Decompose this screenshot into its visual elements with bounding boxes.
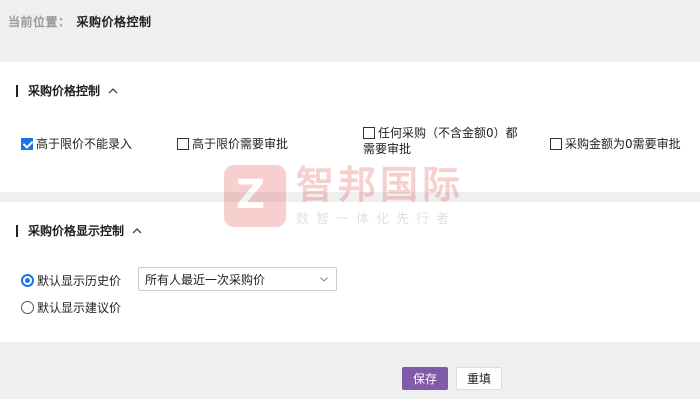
option-any-purchase-approval[interactable]: 任何采购（不含金额0）都 需要审批 xyxy=(363,125,518,157)
checkbox-any-purchase-approval[interactable] xyxy=(363,127,375,139)
checkbox-above-limit-block[interactable] xyxy=(21,138,33,150)
save-button[interactable]: 保存 xyxy=(402,367,448,390)
radio-label: 默认显示建议价 xyxy=(37,301,122,315)
radio-history-price[interactable] xyxy=(21,274,34,287)
section-header-price-display[interactable]: 采购价格显示控制 xyxy=(16,222,142,239)
radio-label: 默认显示历史价 xyxy=(37,274,122,288)
radio-row-suggested-price[interactable]: 默认显示建议价 xyxy=(21,299,121,316)
history-price-select[interactable]: 所有人最近一次采购价 xyxy=(138,267,337,291)
option-above-limit-approval[interactable]: 高于限价需要审批 xyxy=(177,136,288,152)
section-title: 采购价格显示控制 xyxy=(28,224,125,238)
chevron-down-icon xyxy=(320,277,328,282)
checkbox-above-limit-approval[interactable] xyxy=(177,138,189,150)
option-label-line1: 任何采购（不含金额0）都 xyxy=(378,126,518,140)
option-label: 高于限价需要审批 xyxy=(192,137,289,151)
section-header-price-control[interactable]: 采购价格控制 xyxy=(16,82,118,99)
breadcrumb-label: 当前位置： xyxy=(8,15,71,29)
purchase-price-control-panel: 采购价格控制 高于限价不能录入 高于限价需要审批 任何采购（不含金额0）都 需要… xyxy=(0,62,700,192)
option-label-line2: 需要审批 xyxy=(363,142,412,156)
chevron-up-icon[interactable] xyxy=(132,226,142,236)
section-marker xyxy=(16,224,18,237)
chevron-up-icon[interactable] xyxy=(108,86,118,96)
option-label: 高于限价不能录入 xyxy=(36,137,133,151)
section-title: 采购价格控制 xyxy=(28,84,101,98)
option-above-limit-block[interactable]: 高于限价不能录入 xyxy=(21,136,132,152)
reset-button[interactable]: 重填 xyxy=(456,367,502,390)
breadcrumb: 当前位置： 采购价格控制 xyxy=(8,13,152,30)
breadcrumb-current: 采购价格控制 xyxy=(76,15,152,29)
radio-row-history-price[interactable]: 默认显示历史价 xyxy=(21,272,121,289)
option-zero-amount-approval[interactable]: 采购金额为0需要审批 xyxy=(550,136,681,152)
radio-suggested-price[interactable] xyxy=(21,301,34,314)
option-label: 采购金额为0需要审批 xyxy=(565,137,681,151)
select-value: 所有人最近一次采购价 xyxy=(145,272,266,287)
purchase-price-display-panel: 采购价格显示控制 默认显示历史价 所有人最近一次采购价 默认显示建议价 xyxy=(0,202,700,342)
section-marker xyxy=(16,84,18,97)
checkbox-zero-amount-approval[interactable] xyxy=(550,138,562,150)
